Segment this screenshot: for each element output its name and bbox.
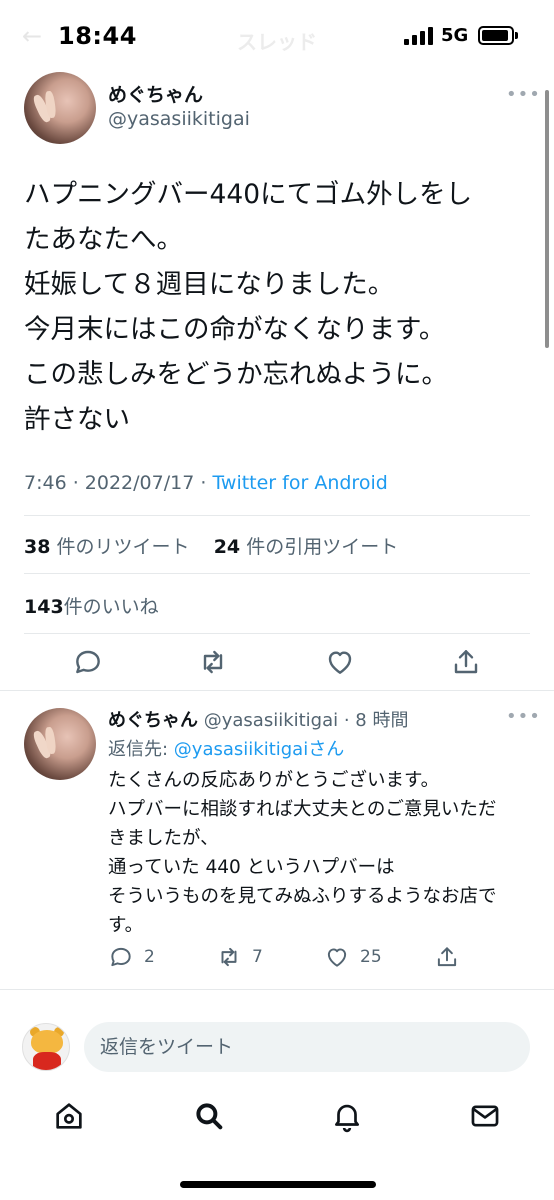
reply-button[interactable]: 2 <box>108 943 155 971</box>
reply-mention-link[interactable]: @yasasiikitigai <box>174 739 308 760</box>
avatar[interactable] <box>24 708 96 780</box>
like-count: 25 <box>360 947 382 967</box>
tweet-source-link[interactable]: Twitter for Android <box>212 472 387 494</box>
mail-icon[interactable] <box>468 1099 502 1133</box>
divider <box>0 690 554 691</box>
replying-to: 返信先: @yasasiikitigaiさん <box>108 735 344 761</box>
meta-separator: · <box>66 472 85 494</box>
retweet-icon <box>221 947 237 967</box>
reply-count: 2 <box>144 947 155 967</box>
reply-author-name[interactable]: めぐちゃん <box>108 710 198 731</box>
more-options-icon[interactable]: ••• <box>506 84 541 105</box>
reply-text-line: ハプバーに相談すれば大丈夫とのご意見いただ <box>108 799 497 820</box>
reply-prefix: 返信先: <box>108 739 174 760</box>
retweets-label: 件のリツイート <box>56 536 190 558</box>
tweet-text-line: 妊娠して８週目になりました。 <box>24 269 395 300</box>
tweet-text-line: ハプニングバー440にてゴム外しをし <box>24 179 473 210</box>
heart-icon[interactable] <box>324 646 356 678</box>
tweet-text-line: 許さない <box>24 404 130 435</box>
tweet-meta: 7:46 · 2022/07/17 · Twitter for Android <box>24 472 388 494</box>
reply-handle-time[interactable]: @yasasiikitigai · 8 時間 <box>198 710 409 731</box>
cellular-signal-icon <box>404 27 434 45</box>
reply-text: たくさんの反応ありがとうございます。 ハプバーに相談すれば大丈夫とのご意見いただ… <box>108 766 528 940</box>
reply-icon <box>111 947 131 967</box>
quotes-count: 24 <box>213 536 241 558</box>
retweet-icon[interactable] <box>197 646 229 678</box>
like-button[interactable]: 25 <box>324 943 382 971</box>
status-time: 18:44 <box>58 22 137 50</box>
reply-icon[interactable] <box>72 646 104 678</box>
scrollbar[interactable] <box>545 90 549 348</box>
retweet-count: 7 <box>252 947 263 967</box>
likes-stat[interactable]: 143件のいいね <box>24 592 159 619</box>
tweet-time: 7:46 <box>24 472 67 494</box>
reply-suffix: さん <box>308 739 345 760</box>
share-button[interactable] <box>434 943 460 971</box>
status-bar: ← スレッド 18:44 5G <box>0 0 554 72</box>
tweet-text-line: 今月末にはこの命がなくなります。 <box>24 314 446 345</box>
divider <box>0 989 554 990</box>
bell-icon[interactable] <box>330 1099 364 1133</box>
avatar[interactable] <box>24 72 96 144</box>
reply-text-line: そういうものを見てみぬふりするようなお店で <box>108 886 497 907</box>
tweet-text-line: この悲しみをどうか忘れぬように。 <box>24 359 448 390</box>
reply-header: めぐちゃん @yasasiikitigai · 8 時間 <box>108 706 408 732</box>
quotes-stat[interactable]: 24 件の引用ツイート <box>214 536 399 558</box>
reply-text-line: す。 <box>108 915 144 936</box>
retweets-count: 38 <box>24 536 51 558</box>
quotes-label: 件の引用ツイート <box>246 536 399 558</box>
home-icon[interactable] <box>52 1099 86 1133</box>
network-type: 5G <box>441 25 469 46</box>
retweet-button[interactable]: 7 <box>216 943 263 971</box>
battery-icon <box>478 26 518 45</box>
tweet-date: 2022/07/17 <box>84 472 195 494</box>
divider <box>24 633 530 634</box>
retweets-stat[interactable]: 38 件のリツイート <box>24 536 190 558</box>
likes-label: 件のいいね <box>63 596 159 618</box>
engagement-stats: 38 件のリツイート 24 件の引用ツイート <box>24 532 398 559</box>
tweet-text-line: たあなたへ。 <box>24 224 183 255</box>
author-name[interactable]: めぐちゃん <box>108 80 203 107</box>
search-icon[interactable] <box>192 1099 226 1133</box>
reply-compose-input[interactable] <box>84 1022 530 1072</box>
share-icon[interactable] <box>450 646 482 678</box>
likes-count: 143 <box>24 596 64 618</box>
author-handle[interactable]: @yasasiikitigai <box>108 108 250 130</box>
reply-text-line: きましたが、 <box>108 828 219 849</box>
reply-text-line: 通っていた 440 というハプバーは <box>108 857 395 878</box>
heart-icon <box>327 948 347 967</box>
more-options-icon[interactable]: ••• <box>506 706 541 727</box>
reply-text-line: たくさんの反応ありがとうございます。 <box>108 770 440 791</box>
share-icon <box>437 947 457 967</box>
meta-separator: · <box>194 472 213 494</box>
divider <box>24 515 530 516</box>
tweet-text: ハプニングバー440にてゴム外しをし たあなたへ。 妊娠して８週目になりました。… <box>24 172 534 442</box>
user-avatar[interactable] <box>22 1023 70 1071</box>
divider <box>24 573 530 574</box>
home-indicator[interactable] <box>180 1181 376 1188</box>
